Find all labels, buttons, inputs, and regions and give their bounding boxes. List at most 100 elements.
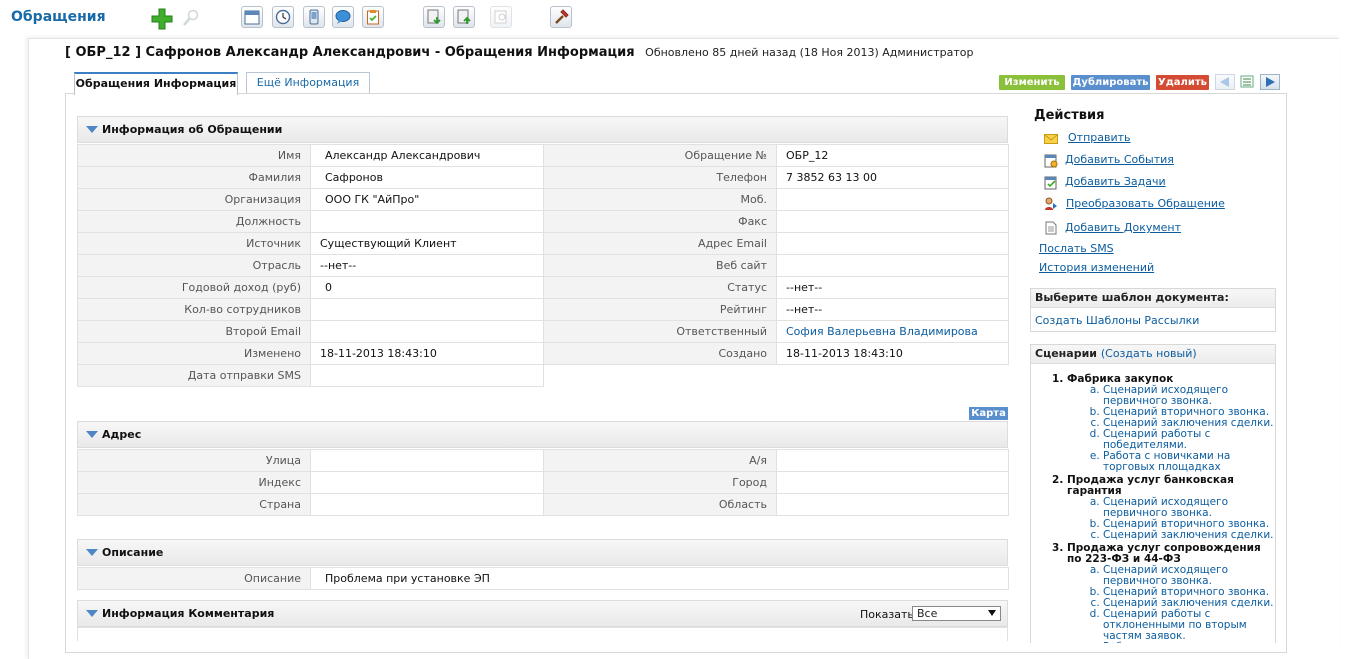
field-value[interactable] xyxy=(776,188,1009,211)
table-row: Улица А/я xyxy=(77,449,1009,472)
field-value[interactable] xyxy=(310,471,544,494)
section-title: Адрес xyxy=(102,428,142,441)
scenario-group: Фабрика закупокСценарий исходящего перви… xyxy=(1067,374,1275,473)
field-label: Организация xyxy=(77,188,311,211)
convert-lead-link[interactable]: Преобразовать Обращение xyxy=(1066,197,1225,210)
field-value[interactable]: ОБР_12 xyxy=(776,144,1009,167)
mobile-button[interactable] xyxy=(303,6,325,28)
duplicate-button[interactable]: Дублировать xyxy=(1071,75,1150,90)
field-label: Веб сайт xyxy=(543,254,777,277)
scenario-link[interactable]: Сценарий исходящего первичного звонка. xyxy=(1103,565,1275,587)
field-value[interactable] xyxy=(776,210,1009,233)
create-scenario-link[interactable]: (Создать новый) xyxy=(1101,347,1197,360)
record-list-button[interactable] xyxy=(1240,74,1255,89)
field-label: Моб. xyxy=(543,188,777,211)
field-value[interactable] xyxy=(310,449,544,472)
comments-body xyxy=(77,627,1008,641)
field-value[interactable] xyxy=(776,493,1009,516)
field-value[interactable]: 18-11-2013 18:43:10 xyxy=(776,342,1009,365)
settings-button[interactable] xyxy=(550,6,572,28)
field-value[interactable]: 18-11-2013 18:43:10 xyxy=(310,342,544,365)
field-value[interactable] xyxy=(310,210,544,233)
section-header-address[interactable]: Адрес xyxy=(77,421,1008,448)
section-header-description[interactable]: Описание xyxy=(77,539,1008,566)
scenario-group-name: Продажа услуг сопровождения по 223-ФЗ и … xyxy=(1067,542,1261,565)
calendar-icon xyxy=(244,10,260,25)
field-value[interactable] xyxy=(776,254,1009,277)
find-duplicates-button[interactable] xyxy=(490,6,512,28)
tab-more-info[interactable]: Ещё Информация xyxy=(246,72,370,94)
field-value[interactable] xyxy=(776,471,1009,494)
edit-button[interactable]: Изменить xyxy=(999,75,1065,90)
comments-filter-select[interactable]: Все xyxy=(912,606,1001,621)
scenarios-panel-header: Сценарии (Создать новый) xyxy=(1031,345,1275,364)
add-document-link[interactable]: Добавить Документ xyxy=(1065,221,1181,234)
create-mail-templates-link[interactable]: Создать Шаблоны Рассылки xyxy=(1035,314,1199,327)
scenario-link[interactable]: Сценарий исходящего первичного звонка. xyxy=(1103,385,1275,407)
field-label: Должность xyxy=(77,210,311,233)
scenario-link[interactable]: Сценарий работы с победителями. xyxy=(1103,429,1275,451)
actions-title: Действия xyxy=(1034,108,1105,123)
add-task-link[interactable]: Добавить Задачи xyxy=(1065,175,1166,188)
send-sms-link[interactable]: Послать SMS xyxy=(1039,242,1114,255)
clipboard-button[interactable] xyxy=(362,6,384,28)
add-event-link[interactable]: Добавить События xyxy=(1065,153,1174,166)
change-history-link[interactable]: История изменений xyxy=(1039,261,1154,274)
field-value[interactable]: Сафронов xyxy=(310,166,544,189)
field-value[interactable] xyxy=(776,449,1009,472)
field-value[interactable]: Существующий Клиент xyxy=(310,232,544,255)
send-email-link[interactable]: Отправить xyxy=(1068,131,1131,144)
create-record-button[interactable] xyxy=(149,6,173,30)
record-title: [ ОБР_12 ] Сафронов Александр Александро… xyxy=(65,45,973,60)
field-value[interactable]: Александр Александрович xyxy=(310,144,544,167)
hammer-icon xyxy=(555,9,569,24)
field-value[interactable]: ООО ГК "АйПро" xyxy=(310,188,544,211)
section-title: Информация об Обращении xyxy=(102,123,283,136)
delete-button[interactable]: Удалить xyxy=(1156,75,1209,90)
field-label: Годовой доход (руб) xyxy=(77,276,311,299)
clock-button[interactable] xyxy=(272,6,294,28)
scenario-link[interactable]: Сценарий работы с отклоненными по вторым… xyxy=(1103,609,1275,642)
export-button[interactable] xyxy=(453,6,475,28)
field-value[interactable] xyxy=(310,320,544,343)
search-records-button[interactable] xyxy=(179,6,201,28)
previous-record-button[interactable] xyxy=(1215,74,1235,90)
field-label: Дата отправки SMS xyxy=(77,364,311,387)
field-value[interactable]: 7 3852 63 13 00 xyxy=(776,166,1009,189)
section-title: Описание xyxy=(102,546,164,559)
field-value[interactable] xyxy=(310,493,544,516)
field-value[interactable]: --нет-- xyxy=(776,276,1009,299)
tab-info[interactable]: Обращения Информация xyxy=(74,72,238,95)
module-title[interactable]: Обращения xyxy=(11,9,106,25)
field-label: Рейтинг xyxy=(543,298,777,321)
table-row: Источник Существующий Клиент Адрес Email xyxy=(77,232,1009,255)
calendar-event-icon xyxy=(1044,154,1058,168)
table-row: Отрасль --нет-- Веб сайт xyxy=(77,254,1009,277)
field-label: Создано xyxy=(543,342,777,365)
assigned-user-link[interactable]: София Валерьевна Владимирова xyxy=(776,320,1009,343)
scenario-link[interactable]: Сценарий исходящего первичного звонка. xyxy=(1103,497,1275,519)
field-value[interactable]: --нет-- xyxy=(310,254,544,277)
scenario-group: Продажа услуг сопровождения по 223-ФЗ и … xyxy=(1067,542,1275,644)
field-value[interactable]: Проблема при установке ЭП xyxy=(310,567,1009,590)
scenario-link[interactable]: Работа с новичками на торговых площадках… xyxy=(1103,642,1275,644)
next-record-button[interactable] xyxy=(1260,74,1280,90)
import-button[interactable] xyxy=(423,6,445,28)
calendar-button[interactable] xyxy=(241,6,263,28)
section-header-info[interactable]: Информация об Обращении xyxy=(77,116,1008,143)
field-value[interactable]: --нет-- xyxy=(776,298,1009,321)
table-row: Должность Факс xyxy=(77,210,1009,233)
field-value[interactable] xyxy=(310,298,544,321)
table-row: Изменено 18-11-2013 18:43:10 Создано 18-11-… xyxy=(77,342,1009,365)
scenario-link[interactable]: Сценарий заключения сделки. xyxy=(1103,530,1275,541)
map-button[interactable]: Карта xyxy=(969,407,1008,420)
field-value[interactable]: 0 xyxy=(310,276,544,299)
table-row: Второй Email Ответственный София Валерьевн… xyxy=(77,320,1009,343)
clock-icon xyxy=(275,9,291,25)
table-row: Организация ООО ГК "АйПро" Моб. xyxy=(77,188,1009,211)
field-value[interactable] xyxy=(310,364,544,387)
field-value[interactable] xyxy=(776,232,1009,255)
field-label: Источник xyxy=(77,232,311,255)
chat-button[interactable] xyxy=(332,6,354,28)
scenario-link[interactable]: Работа с новичками на торговых площадках xyxy=(1103,451,1275,473)
